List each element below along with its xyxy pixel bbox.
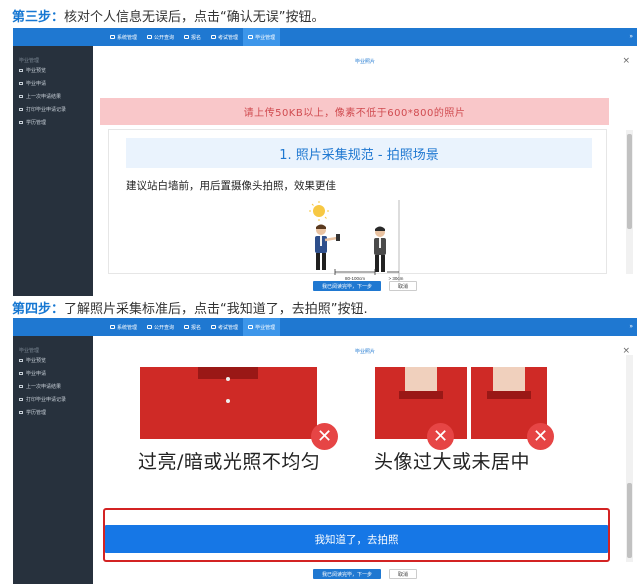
- monitor-icon: [248, 325, 254, 329]
- double-chevron-right-icon[interactable]: »: [629, 33, 633, 40]
- modal-footer: 我已阅读完毕，下一步 取消: [93, 279, 637, 293]
- nav-item-query[interactable]: 公开查询: [142, 28, 179, 46]
- sidebar-item-preview[interactable]: 毕业预览: [13, 354, 93, 367]
- sidebar-item-degree[interactable]: 学历管理: [13, 406, 93, 419]
- cancel-button[interactable]: 取消: [389, 569, 418, 579]
- subject-figure: [374, 226, 386, 272]
- nav-item-exam[interactable]: 考试管理: [206, 28, 243, 46]
- screenshot-step3: 系统管理 公开查询 报名 考试管理 毕业管理 » 毕业管理 毕业预览 毕业申请 …: [13, 28, 637, 296]
- sidebar-item-last-result[interactable]: 上一次申请结果: [13, 380, 93, 393]
- scrollbar[interactable]: [626, 130, 633, 274]
- modal-title: 毕业照片: [354, 59, 375, 65]
- monitor-icon: [184, 325, 190, 329]
- step4-label: 第四步：: [12, 302, 65, 317]
- sun-icon: [309, 201, 329, 221]
- nav-item-graduation[interactable]: 毕业管理: [243, 28, 281, 46]
- sidebar: 毕业管理 毕业预览 毕业申请 上一次申请结果 打印毕业申请记录 学历管理: [13, 46, 93, 296]
- step3-text: 核对个人信息无误后，点击“确认无误”按钮。: [64, 10, 325, 25]
- nav-item-query[interactable]: 公开查询: [142, 318, 179, 336]
- sidebar-item-apply[interactable]: 毕业申请: [13, 367, 93, 380]
- list-icon: [19, 398, 23, 401]
- x-mark-icon: ✕: [427, 423, 454, 450]
- upload-requirement-banner: 请上传50KB以上，像素不低于600*800的照片: [100, 98, 609, 125]
- top-nav: 系统管理 公开查询 报名 考试管理 毕业管理 »: [13, 28, 637, 46]
- nav-item-exam[interactable]: 考试管理: [206, 318, 243, 336]
- list-icon: [19, 372, 23, 375]
- main-area: 毕业照片 × ✕ ✕ ✕ 过亮/暗或光照不均匀 头像过大或未居中 我知道了，去拍…: [93, 336, 637, 584]
- step3-label: 第三步：: [12, 10, 65, 25]
- modal-title: 毕业照片: [354, 349, 375, 355]
- list-icon: [19, 95, 23, 98]
- step4-instruction: 第四步：了解照片采集标准后，点击“我知道了，去拍照”按钮.: [12, 298, 368, 317]
- monitor-icon: [248, 35, 254, 39]
- photo-scene-illustration: 80-100cm > 30cm: [309, 200, 404, 282]
- nav-item-system[interactable]: 系统管理: [105, 318, 142, 336]
- x-mark-icon: ✕: [311, 423, 338, 450]
- monitor-icon: [147, 35, 153, 39]
- monitor-icon: [184, 35, 190, 39]
- nav-item-graduation[interactable]: 毕业管理: [243, 318, 281, 336]
- sidebar-section-title: 毕业管理: [19, 348, 40, 354]
- scrollbar-thumb[interactable]: [627, 134, 632, 229]
- main-area: 毕业照片 × 请上传50KB以上，像素不低于600*800的照片 1. 照片采集…: [93, 46, 637, 296]
- step4-text: 了解照片采集标准后，点击“我知道了，去拍照”按钮.: [64, 302, 368, 317]
- screenshot-step4: 系统管理 公开查询 报名 考试管理 毕业管理 » 毕业管理 毕业预览 毕业申请 …: [13, 318, 637, 584]
- got-it-take-photo-button[interactable]: 我知道了，去拍照: [105, 525, 608, 553]
- list-icon: [19, 82, 23, 85]
- top-nav: 系统管理 公开查询 报名 考试管理 毕业管理 »: [13, 318, 637, 336]
- caption-oversized: 头像过大或未居中: [374, 451, 531, 473]
- monitor-icon: [110, 325, 115, 329]
- double-chevron-right-icon[interactable]: »: [629, 323, 633, 330]
- list-icon: [19, 385, 23, 388]
- read-next-button[interactable]: 我已阅读完毕，下一步: [312, 281, 381, 291]
- nav-item-system[interactable]: 系统管理: [105, 28, 142, 46]
- list-icon: [19, 411, 23, 414]
- list-icon: [19, 69, 23, 72]
- monitor-icon: [147, 325, 153, 329]
- nav-item-signup[interactable]: 报名: [179, 28, 206, 46]
- sidebar-item-last-result[interactable]: 上一次申请结果: [13, 90, 93, 103]
- list-icon: [19, 359, 23, 362]
- list-icon: [19, 121, 23, 124]
- sidebar-item-preview[interactable]: 毕业预览: [13, 64, 93, 77]
- nav-item-signup[interactable]: 报名: [179, 318, 206, 336]
- step3-instruction: 第三步：核对个人信息无误后，点击“确认无误”按钮。: [12, 6, 325, 25]
- sidebar-item-apply[interactable]: 毕业申请: [13, 77, 93, 90]
- example-photo-lighting: [140, 367, 317, 439]
- sidebar-item-print[interactable]: 打印毕业申请记录: [13, 103, 93, 116]
- sidebar-item-degree[interactable]: 学历管理: [13, 116, 93, 129]
- sidebar-item-print[interactable]: 打印毕业申请记录: [13, 393, 93, 406]
- example-photo-oversized-a: [375, 367, 467, 439]
- monitor-icon: [211, 35, 217, 39]
- photographer-figure: [315, 224, 340, 270]
- close-icon[interactable]: ×: [622, 56, 630, 66]
- section-title: 1. 照片采集规范 - 拍照场景: [126, 138, 592, 168]
- suggestion-text: 建议站白墙前，用后置摄像头拍照，效果更佳: [126, 180, 336, 192]
- modal-footer: 我已阅读完毕，下一步 取消: [93, 567, 637, 581]
- caption-lighting: 过亮/暗或光照不均匀: [138, 451, 321, 473]
- sidebar: 毕业管理 毕业预览 毕业申请 上一次申请结果 打印毕业申请记录 学历管理: [13, 336, 93, 584]
- scrollbar[interactable]: [626, 355, 633, 562]
- read-next-button[interactable]: 我已阅读完毕，下一步: [312, 569, 381, 579]
- x-mark-icon: ✕: [527, 423, 554, 450]
- cancel-button[interactable]: 取消: [389, 281, 418, 291]
- monitor-icon: [110, 35, 115, 39]
- sidebar-section-title: 毕业管理: [19, 58, 40, 64]
- guide-frame: 1. 照片采集规范 - 拍照场景 建议站白墙前，用后置摄像头拍照，效果更佳 80…: [108, 129, 607, 282]
- list-icon: [19, 108, 23, 111]
- photo-modal: 毕业照片 × 请上传50KB以上，像素不低于600*800的照片 1. 照片采集…: [93, 46, 637, 296]
- scrollbar-thumb[interactable]: [627, 483, 632, 558]
- photo-modal: 毕业照片 × ✕ ✕ ✕ 过亮/暗或光照不均匀 头像过大或未居中 我知道了，去拍…: [93, 336, 637, 584]
- monitor-icon: [211, 325, 217, 329]
